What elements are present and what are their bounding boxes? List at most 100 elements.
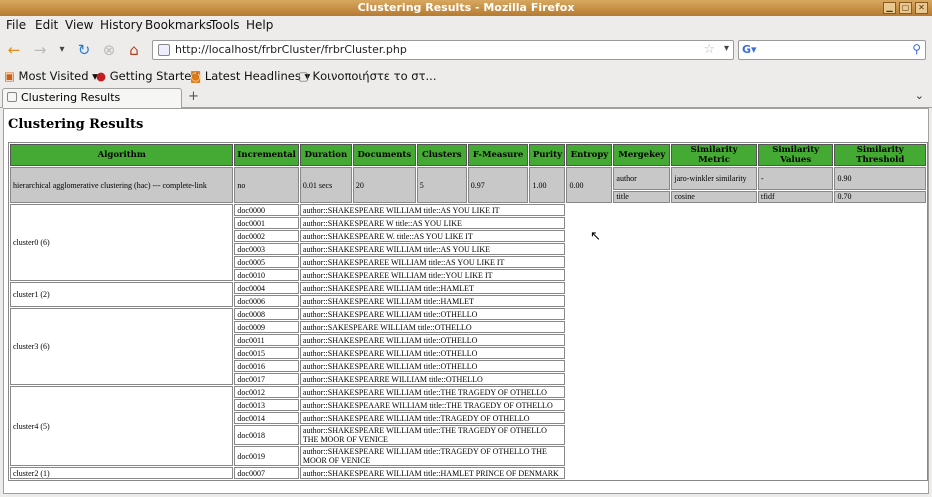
tab-bar: Clustering Results + ⌄ — [0, 86, 932, 108]
new-tab-icon[interactable]: + — [188, 89, 199, 104]
doc-id-cell: doc0004 — [234, 282, 299, 294]
clusters-cell: 5 — [416, 167, 467, 203]
header-cell: Similarity Threshold — [834, 144, 926, 166]
doc-id-cell: doc0018 — [234, 425, 299, 445]
mouse-cursor-icon: ↖ — [590, 229, 601, 244]
doc-id-cell: doc0010 — [234, 269, 299, 281]
menu-edit[interactable]: Edit — [35, 18, 58, 32]
doc-id-cell: doc0011 — [234, 334, 299, 346]
doc-record-cell: author::SHAKESPEAREE WILLIAM title::AS Y… — [299, 256, 566, 268]
menu-file[interactable]: File — [6, 18, 26, 32]
doc-id-cell: doc0013 — [234, 399, 299, 411]
header-cell: Incremental — [234, 144, 299, 166]
doc-record-cell: author::SHAKESPEAREE WILLIAM title::YOU … — [299, 269, 566, 281]
tab-clustering-results[interactable]: Clustering Results — [2, 88, 182, 108]
bookmark-label: Κοινοποιήστε το στ... — [312, 69, 437, 83]
doc-id-cell: doc0000 — [234, 204, 299, 216]
close-window-button[interactable]: ✕ — [915, 2, 928, 14]
empty-cell — [566, 446, 926, 466]
table-row: cluster2 (1) doc0007 author::SHAKESPEARE W… — [10, 467, 926, 479]
empty-cell — [566, 467, 926, 479]
entropy-cell: 0.00 — [566, 167, 613, 203]
empty-cell — [566, 360, 926, 372]
bookmark-label: Getting Started — [109, 69, 199, 83]
empty-cell — [566, 295, 926, 307]
bookmark-share[interactable]: ▢ Κοινοποιήστε το στ... — [298, 69, 436, 83]
window-controls: ▁ ▢ ✕ — [883, 2, 928, 14]
doc-record-cell: author::SHAKESPEARE WILLIAM title::HAMLE… — [299, 282, 566, 294]
rss-icon: ◙ — [190, 69, 205, 83]
cluster-name-cell: cluster2 (1) — [10, 467, 234, 479]
home-icon[interactable]: ⌂ — [124, 40, 144, 60]
doc-record-cell: author::SHAKESPEARE WILLIAM title::HAMLE… — [299, 295, 566, 307]
tab-favicon-icon — [7, 92, 17, 102]
forward-arrow-icon[interactable]: → — [30, 40, 50, 60]
doc-id-cell: doc0014 — [234, 412, 299, 424]
maximize-button[interactable]: ▢ — [899, 2, 912, 14]
doc-id-cell: doc0009 — [234, 321, 299, 333]
similarity-values-cell: - — [757, 167, 834, 190]
doc-record-cell: author::SHAKESPEARE WILLIAM title::THE T… — [299, 425, 566, 445]
doc-record-cell: author::SHAKESPEARE W title::AS YOU LIKE — [299, 217, 566, 229]
doc-id-cell: doc0012 — [234, 386, 299, 398]
header-cell: F-Measure — [467, 144, 529, 166]
results-table: Algorithm Incremental Duration Documents… — [8, 142, 928, 481]
reload-icon[interactable]: ↻ — [74, 40, 94, 60]
bookmark-latest-headlines[interactable]: ◙ Latest Headlines ▾ — [190, 69, 310, 83]
page-content: Clustering Results Algorithm Incremental… — [3, 108, 929, 494]
history-dropdown-icon[interactable]: ▾ — [52, 40, 72, 60]
doc-record-cell: author::SHAKESPEARE W. title::AS YOU LIK… — [299, 230, 566, 242]
doc-id-cell: doc0016 — [234, 360, 299, 372]
header-cell: Purity — [529, 144, 566, 166]
empty-cell — [566, 373, 926, 385]
summary-row: hierarchical agglomerative clustering (h… — [10, 167, 926, 203]
menu-tools[interactable]: Tools — [210, 18, 240, 32]
doc-id-cell: doc0001 — [234, 217, 299, 229]
cluster-name-cell: cluster0 (6) — [10, 204, 234, 281]
doc-record-cell: author::SHAKESPEARRE WILLIAM title::OTHE… — [299, 373, 566, 385]
menu-help[interactable]: Help — [246, 18, 273, 32]
empty-cell — [566, 204, 926, 216]
page-title: Clustering Results — [8, 117, 144, 132]
bookmarks-toolbar: ▣ Most Visited ▾ ● Getting Started ◙ Lat… — [0, 64, 932, 86]
doc-id-cell: doc0007 — [234, 467, 299, 479]
url-dropdown-icon[interactable]: ▾ — [724, 43, 729, 54]
algorithm-cell: hierarchical agglomerative clustering (h… — [10, 167, 234, 203]
search-box[interactable]: G▾ ⚲ — [738, 40, 926, 60]
header-cell: Similarity Values — [757, 144, 834, 166]
bookmark-getting-started[interactable]: ● Getting Started — [96, 69, 199, 83]
stop-icon[interactable]: ⊗ — [99, 40, 119, 60]
tab-list-icon[interactable]: ⌄ — [915, 89, 924, 102]
doc-record-cell: author::SHAKESPEARE WILLIAM title::OTHEL… — [299, 347, 566, 359]
empty-cell — [566, 321, 926, 333]
doc-record-cell: author::SHAKESPEARE WILLIAM title::TRAGE… — [299, 446, 566, 466]
back-arrow-icon[interactable]: ← — [4, 40, 24, 60]
minimize-button[interactable]: ▁ — [883, 2, 896, 14]
similarity-values-cell: tfidf — [757, 190, 834, 203]
cluster-rows: cluster0 (6) doc0000 author::SHAKESPEARE W… — [10, 204, 926, 479]
menu-history[interactable]: History — [100, 18, 143, 32]
bookmark-star-icon[interactable]: ☆ — [703, 42, 715, 57]
empty-cell — [566, 269, 926, 281]
header-cell: Entropy — [566, 144, 613, 166]
search-icon[interactable]: ⚲ — [912, 42, 921, 56]
table-row: cluster4 (5) doc0012 author::SHAKESPEARE W… — [10, 386, 926, 466]
url-bar[interactable]: http://localhost/frbrCluster/frbrCluster… — [152, 40, 734, 60]
table-row: cluster0 (6) doc0000 author::SHAKESPEARE W… — [10, 204, 926, 281]
empty-cell — [566, 425, 926, 445]
empty-cell — [566, 256, 926, 268]
doc-id-cell: doc0008 — [234, 308, 299, 320]
menu-view[interactable]: View — [65, 18, 93, 32]
duration-cell: 0.01 secs — [299, 167, 352, 203]
page-icon: ▢ — [298, 69, 313, 83]
menu-bookmarks[interactable]: Bookmarks — [145, 18, 212, 32]
bookmark-most-visited[interactable]: ▣ Most Visited ▾ — [4, 69, 98, 83]
documents-cell: 20 — [352, 167, 416, 203]
doc-id-cell: doc0005 — [234, 256, 299, 268]
search-engine-icon[interactable]: G▾ — [742, 43, 757, 56]
bookmark-label: Most Visited — [18, 69, 89, 83]
empty-cell — [566, 347, 926, 359]
cluster-name-cell: cluster3 (6) — [10, 308, 234, 385]
header-row: Algorithm Incremental Duration Documents… — [10, 144, 926, 166]
window-titlebar: Clustering Results - Mozilla Firefox ▁ ▢… — [0, 0, 932, 16]
